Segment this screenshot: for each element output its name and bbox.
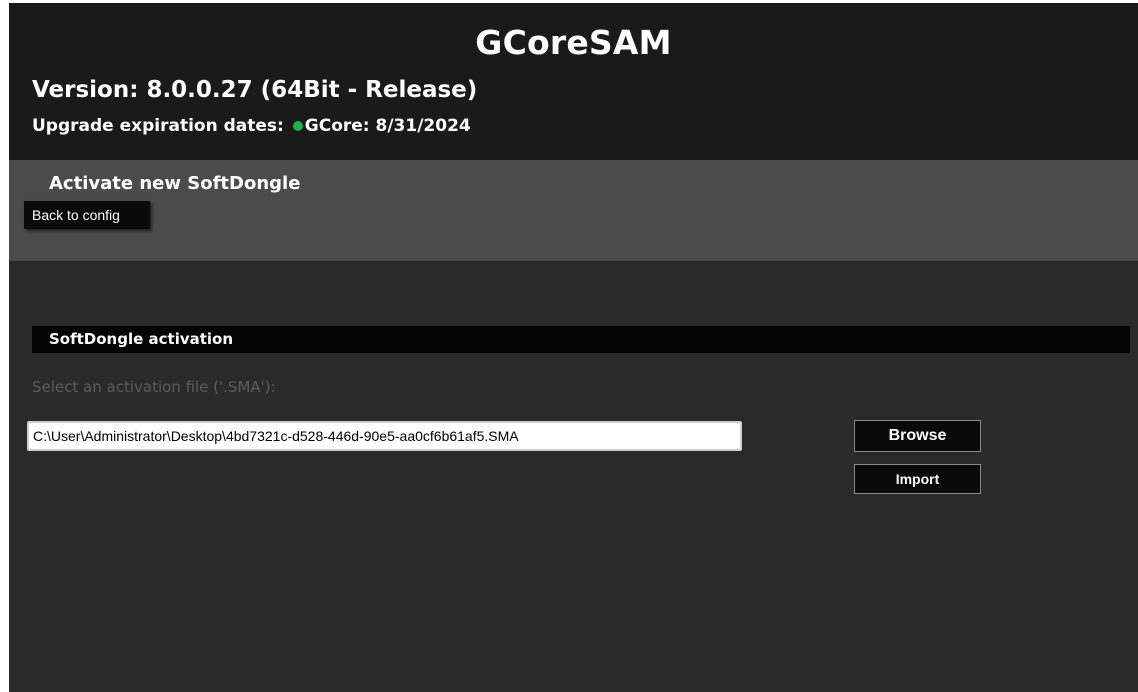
- upgrade-label: Upgrade expiration dates:: [32, 116, 284, 136]
- select-file-label: Select an activation file ('.SMA'):: [32, 378, 276, 396]
- app-window: GCoreSAM Version: 8.0.0.27 (64Bit - Rele…: [9, 3, 1138, 692]
- page-toolbar: Activate new SoftDongle Back to config: [9, 160, 1138, 261]
- upgrade-expiration: Upgrade expiration dates: GCore: 8/31/20…: [32, 116, 471, 136]
- activation-file-path-input[interactable]: [27, 421, 742, 451]
- page-title: Activate new SoftDongle: [49, 173, 301, 194]
- import-button[interactable]: Import: [854, 464, 981, 494]
- app-title: GCoreSAM: [475, 23, 672, 62]
- back-to-config-button[interactable]: Back to config: [24, 201, 150, 229]
- section-title: SoftDongle activation: [49, 330, 234, 348]
- app-header: GCoreSAM Version: 8.0.0.27 (64Bit - Rele…: [9, 3, 1138, 160]
- section-header: SoftDongle activation: [32, 326, 1130, 353]
- status-dot-icon: [292, 120, 303, 131]
- version-text: Version: 8.0.0.27 (64Bit - Release): [32, 77, 478, 103]
- browse-button[interactable]: Browse: [854, 420, 981, 452]
- upgrade-value: GCore: 8/31/2024: [304, 116, 471, 136]
